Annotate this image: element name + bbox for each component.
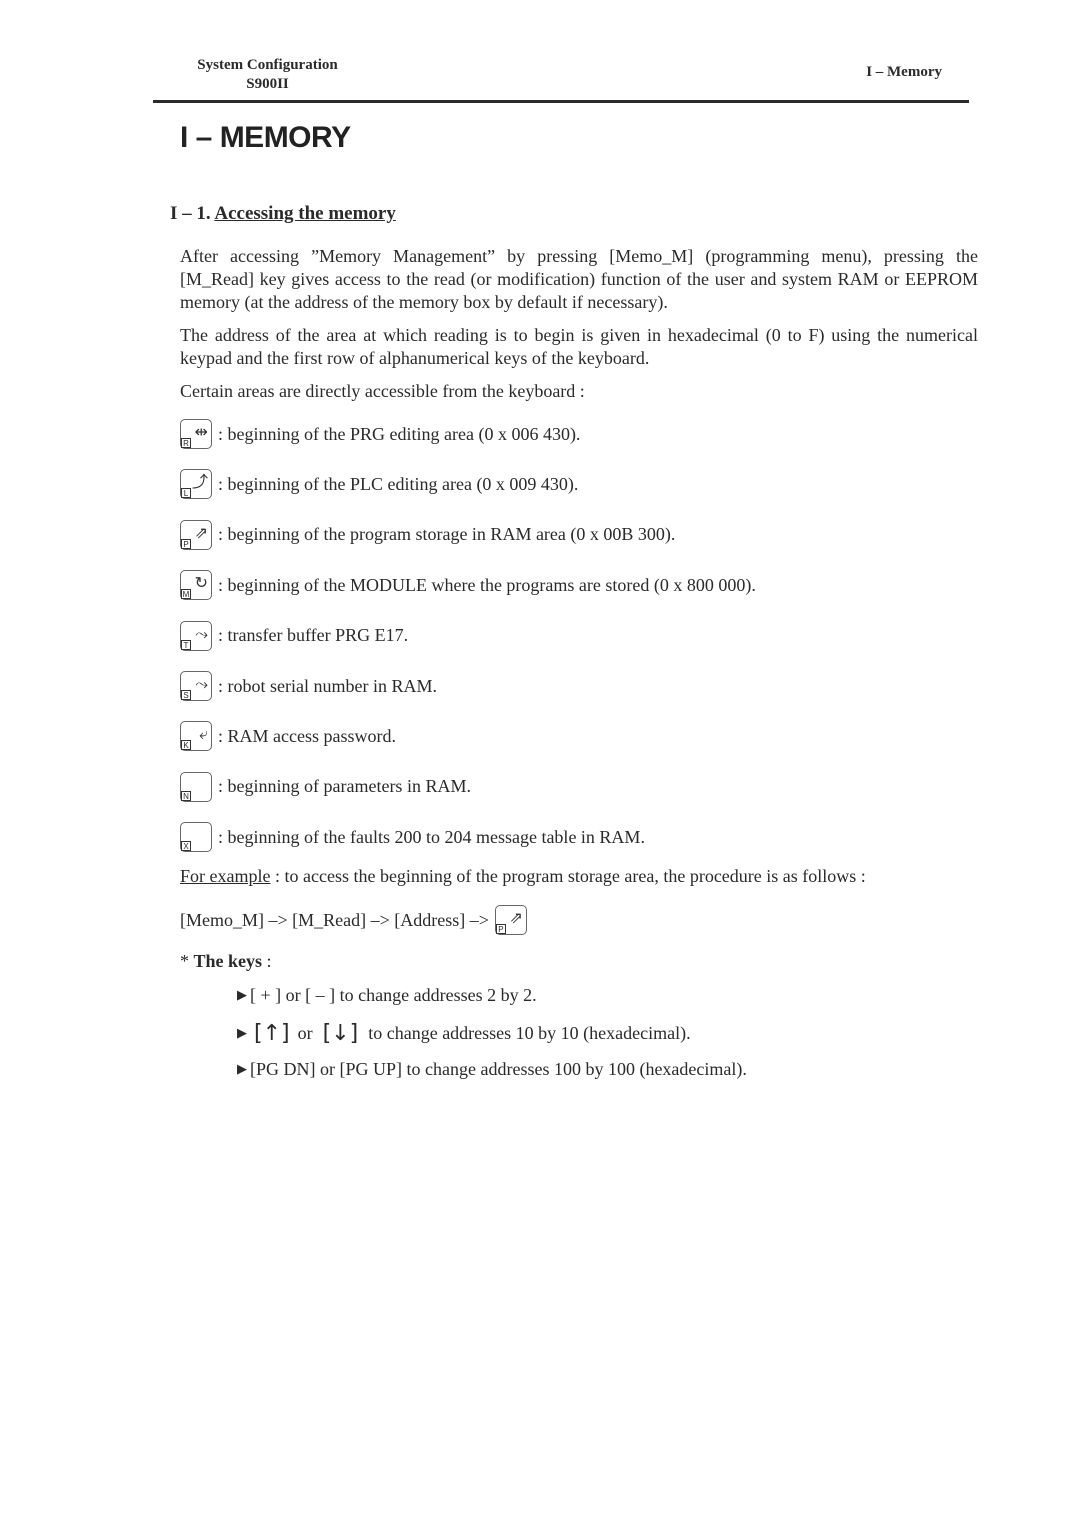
triangle-bullet-icon: ▶ [237, 988, 247, 1003]
program-storage-key-icon: P ⇗ [180, 519, 212, 550]
plc-edit-key-icon: L ⤴ [180, 469, 212, 500]
key-area-item: L ⤴ : beginning of the PLC editing area (0… [180, 468, 578, 500]
header-divider [153, 100, 969, 103]
bullet-item: ▶ [ + ] or [ – ] to change addresses 2 b… [237, 985, 537, 1006]
key-glyph: ⇗ [194, 522, 208, 542]
key-letter: X [181, 841, 191, 852]
key-area-item: X : beginning of the faults 200 to 204 me… [180, 821, 645, 853]
key-letter: S [181, 690, 191, 700]
key-area-description: : beginning of the PLC editing area (0 x… [218, 473, 579, 494]
faults-key-icon: X [180, 822, 212, 853]
key-area-item: R ⇹ : beginning of the PRG editing area (0… [180, 418, 580, 450]
section-title: Accessing the memory [214, 203, 396, 224]
key-area-item: M ↻ : beginning of the MODULE where the pr… [180, 569, 756, 601]
key-area-item: S ⤳: robot serial number in RAM. [180, 670, 437, 702]
bullet-item: ▶ [PG DN] or [PG UP] to change addresses… [237, 1059, 747, 1080]
example-label: For example [180, 866, 271, 886]
key-glyph: ⤳ [195, 623, 208, 643]
paragraph-address: The address of the area at which reading… [180, 325, 978, 368]
key-area-description: : beginning of the PRG editing area (0 x… [218, 423, 581, 444]
key-area-item: T ⤳: transfer buffer PRG E17. [180, 620, 408, 652]
key-area-description: : beginning of the MODULE where the prog… [218, 574, 756, 595]
key-glyph: ⇗ [509, 908, 523, 927]
key-letter: K [181, 740, 191, 751]
password-key-icon: K ⤶ [180, 721, 212, 752]
example-line: For example : to access the beginning of… [180, 866, 866, 887]
keys-suffix: : [262, 951, 272, 971]
example-text: : to access the beginning of the program… [270, 866, 866, 886]
key-letter: N [181, 790, 191, 801]
parameters-key-icon: N [180, 771, 212, 802]
triangle-bullet-icon: ▶ [237, 1062, 247, 1077]
key-area-description: : beginning of parameters in RAM. [218, 776, 471, 797]
key-area-description: : robot serial number in RAM. [218, 675, 437, 696]
key-area-description: : beginning of the program storage in RA… [218, 524, 676, 545]
key-glyph: ↻ [194, 573, 208, 593]
key-area-item: P ⇗ : beginning of the program storage in … [180, 519, 675, 551]
key-glyph: ⇹ [194, 422, 208, 441]
bullet-item: ▶ [↑] or [↓] to change addresses 10 by 1… [237, 1021, 691, 1046]
key-letter: P [495, 924, 506, 934]
key-area-item: K ⤶: RAM access password. [180, 720, 396, 752]
bullet-text: [ + ] or [ – ] to change addresses 2 by … [250, 985, 537, 1005]
triangle-bullet-icon: ▶ [237, 1026, 247, 1041]
header-model: S900II [246, 76, 289, 92]
module-key-icon: M ↻ [180, 570, 212, 601]
keys-heading: * The keys : [180, 951, 272, 972]
procedure-line: [Memo_M] –> [M_Read] –> [Address] –> P ⇗ [180, 905, 533, 935]
arrow-down-key-icon: [↓] [322, 1021, 359, 1046]
paragraph-intro: After accessing ”Memory Management” by p… [180, 246, 978, 312]
keys-prefix: * [180, 951, 194, 971]
bullet-or: or [297, 1023, 313, 1043]
key-letter: R [181, 438, 191, 448]
key-glyph: ⤳ [195, 674, 208, 693]
key-area-item: N : beginning of parameters in RAM. [180, 771, 471, 803]
key-area-description: : transfer buffer PRG E17. [218, 625, 409, 646]
procedure-text: [Memo_M] –> [M_Read] –> [Address] –> [180, 909, 489, 930]
paragraph-areas: Certain areas are directly accessible fr… [180, 381, 585, 401]
key-area-description: : RAM access password. [218, 725, 396, 746]
key-letter: M [181, 589, 191, 600]
serial-number-key-icon: S ⤳ [180, 671, 212, 701]
key-glyph: ⤶ [199, 724, 208, 744]
program-storage-key-icon: P ⇗ [494, 905, 527, 935]
header-doc-title: System Configuration [197, 57, 338, 73]
key-glyph: ⤴ [191, 472, 208, 492]
arrow-up-key-icon: [↑] [254, 1021, 290, 1046]
key-letter: P [181, 538, 191, 549]
section-heading: I – 1. Accessing the memory [170, 203, 396, 225]
section-number: I – 1. [170, 203, 211, 224]
bullet-text: to change addresses 10 by 10 (hexadecima… [368, 1023, 691, 1043]
key-letter: L [181, 488, 191, 499]
keys-title: The keys [193, 951, 263, 971]
header-doc-info: System Configuration S900II [150, 56, 385, 94]
prg-edit-key-icon: R ⇹ [180, 419, 212, 449]
page-title: I – MEMORY [180, 121, 351, 154]
key-area-description: : beginning of the faults 200 to 204 mes… [218, 826, 645, 847]
header-chapter: I – Memory [866, 64, 942, 80]
bullet-text: [PG DN] or [PG UP] to change addresses 1… [250, 1059, 747, 1079]
key-letter: T [181, 639, 191, 650]
transfer-buffer-key-icon: T ⤳ [180, 620, 212, 651]
